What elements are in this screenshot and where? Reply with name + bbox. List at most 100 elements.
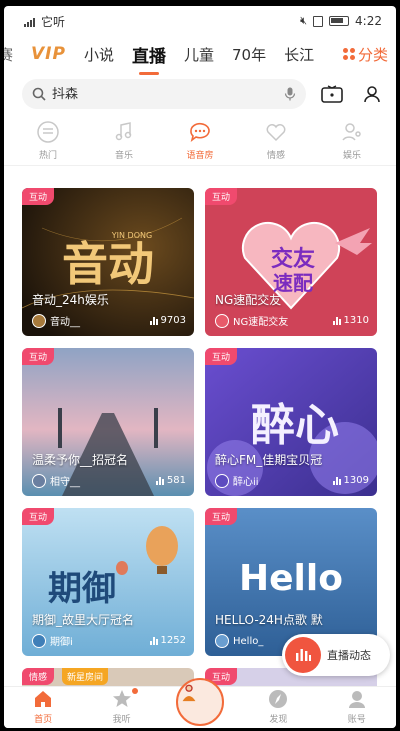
- room-badge: 互动: [205, 188, 238, 205]
- compass-icon: [269, 690, 288, 708]
- nav-my-listen[interactable]: 我听: [92, 688, 152, 725]
- listeners-icon: [149, 316, 158, 325]
- carrier-text: 它听: [41, 14, 66, 29]
- person-mic-icon: [342, 123, 361, 141]
- tab-live[interactable]: 直播: [123, 42, 175, 75]
- host-name: 醉心ii: [233, 477, 259, 488]
- nav-label: 发现: [269, 715, 288, 725]
- room-badge: 互动: [22, 508, 55, 525]
- listeners-icon: [332, 476, 341, 485]
- category-label: 分类: [357, 45, 388, 64]
- star-icon: [112, 690, 131, 707]
- tab-70s[interactable]: 70年: [223, 44, 275, 65]
- nav-label: 我听: [112, 715, 131, 725]
- search-icon: [32, 87, 46, 101]
- listener-count: 1309: [343, 475, 369, 486]
- battery-icon: [329, 16, 350, 26]
- nav-label: 账号: [347, 715, 366, 725]
- status-bar: 它听 🔇︎ 4:22: [4, 6, 396, 36]
- room-title: 温柔予你__招冠名: [32, 453, 129, 467]
- nav-account[interactable]: 账号: [327, 688, 387, 725]
- home-icon: [35, 691, 52, 707]
- subcat-label: 热门: [38, 151, 57, 161]
- svg-text:YIN DONG: YIN DONG: [111, 231, 152, 240]
- room-card[interactable]: 交友 速配 互动 NG速配交友 NG速配交友 1310: [205, 188, 377, 336]
- room-card[interactable]: 醉心 互动 醉心FM_佳期宝贝冠 醉心ii 1309: [205, 348, 377, 496]
- nav-discover[interactable]: 发现: [248, 688, 308, 725]
- host-name: NG速配交友: [233, 317, 289, 328]
- search-box[interactable]: [22, 79, 306, 109]
- subcategory-row: 热门 音乐 语音房 情感 娱乐: [4, 116, 396, 166]
- search-input[interactable]: [52, 86, 278, 102]
- app-screen: 它听 🔇︎ 4:22 赛 VIP 小说 直播 儿童 70年 长江 分类 抖森 热…: [4, 6, 396, 728]
- sim-icon: [313, 15, 324, 27]
- host-name: 期御i: [50, 637, 73, 648]
- grid-icon: [342, 48, 355, 60]
- listener-count: 581: [166, 475, 186, 486]
- avatar: [32, 633, 46, 648]
- tab-vip[interactable]: VIP: [22, 44, 75, 64]
- tab-changjiang[interactable]: 长江: [275, 44, 323, 65]
- svg-text:交友: 交友: [271, 246, 315, 272]
- avatar: [215, 634, 229, 648]
- music-note-icon: [115, 122, 132, 141]
- room-title: 音动_24h娱乐: [32, 293, 109, 307]
- subcat-voice-room[interactable]: 语音房: [170, 116, 230, 166]
- avatar: [215, 473, 229, 488]
- subcat-label: 情感: [266, 151, 285, 161]
- host-name: 音动__: [50, 317, 80, 328]
- svg-text:期御: 期御: [48, 569, 116, 609]
- chat-bubble-icon: [190, 122, 210, 142]
- live-icon: [285, 637, 321, 673]
- mute-icon: 🔇︎: [300, 14, 308, 27]
- new-star-badge: 新星房间: [62, 668, 109, 685]
- heart-icon: [266, 124, 286, 142]
- room-card[interactable]: 情感 新星房间: [22, 668, 194, 688]
- subcat-label: 娱乐: [342, 151, 361, 161]
- room-card[interactable]: 期御 互动 期御_故里大厅冠名 期御i 1252: [22, 508, 194, 656]
- svg-text:醉心: 醉心: [251, 400, 339, 451]
- listeners-icon: [149, 636, 158, 645]
- live-feed-label: 直播动态: [327, 649, 371, 662]
- subcat-entertainment[interactable]: 娱乐: [322, 116, 382, 166]
- microphone-icon[interactable]: [284, 87, 296, 101]
- subcat-label: 语音房: [186, 151, 214, 161]
- room-card[interactable]: 音动 YIN DONG 互动 音动_24h娱乐 音动__ 9703: [22, 188, 194, 336]
- room-grid: 音动 YIN DONG 互动 音动_24h娱乐 音动__ 9703 交友 速配 …: [22, 188, 378, 656]
- room-badge: 互动: [205, 508, 238, 525]
- room-title: 期御_故里大厅冠名: [32, 613, 135, 627]
- room-title: HELLO-24H点歌 默: [215, 613, 323, 627]
- listener-count: 9703: [160, 315, 186, 326]
- profile-button[interactable]: [358, 80, 386, 108]
- hot-icon: [37, 121, 59, 143]
- avatar: [215, 313, 229, 328]
- live-feed-button[interactable]: 直播动态: [282, 634, 390, 676]
- room-card[interactable]: 互动 温柔予你__招冠名 相守__ 581: [22, 348, 194, 496]
- room-badge: 互动: [205, 348, 238, 365]
- clock-text: 4:22: [355, 14, 382, 28]
- listeners-icon: [332, 316, 341, 325]
- subcat-label: 音乐: [114, 151, 133, 161]
- channel-tabs: 赛 VIP 小说 直播 儿童 70年 长江 分类: [4, 36, 396, 75]
- tv-icon: [321, 85, 343, 103]
- nav-home[interactable]: 首页: [13, 688, 73, 725]
- search-row: [4, 72, 396, 116]
- avatar: [32, 313, 46, 328]
- subcat-emotion[interactable]: 情感: [246, 116, 306, 166]
- tab-novel[interactable]: 小说: [75, 44, 123, 65]
- room-badge: 情感: [22, 668, 55, 685]
- category-button[interactable]: 分类: [328, 36, 396, 72]
- subcat-music[interactable]: 音乐: [94, 116, 154, 166]
- subcat-hot[interactable]: 热门: [18, 116, 78, 166]
- room-title: NG速配交友: [215, 293, 282, 307]
- room-badge: 互动: [22, 348, 55, 365]
- account-icon: [348, 691, 365, 708]
- live-camera-button[interactable]: [318, 80, 346, 108]
- svg-text:音动: 音动: [62, 237, 154, 291]
- nav-center-player[interactable]: [170, 678, 230, 726]
- tab-kids[interactable]: 儿童: [175, 44, 223, 65]
- avatar: [32, 473, 46, 488]
- tab-partial[interactable]: 赛: [4, 44, 22, 65]
- room-badge: 互动: [22, 188, 55, 205]
- listeners-icon: [155, 476, 164, 485]
